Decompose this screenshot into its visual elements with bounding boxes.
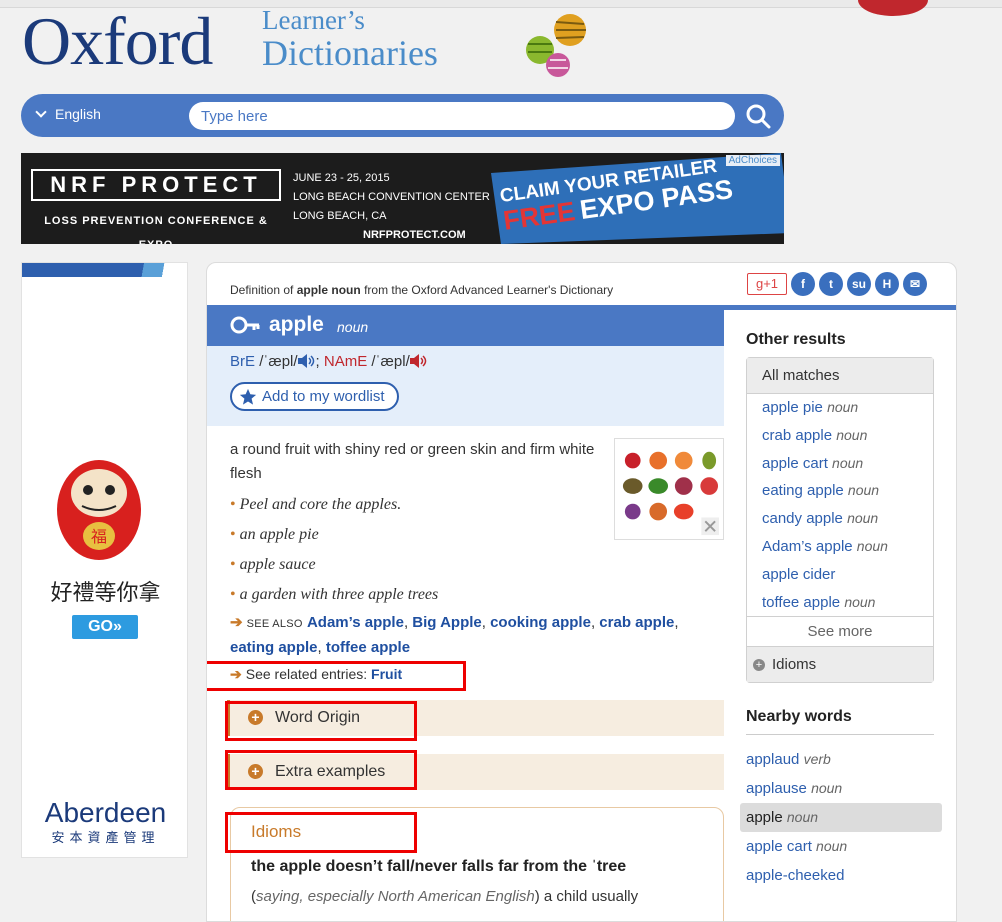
fruit-illustration[interactable]: [614, 438, 724, 540]
hatena-icon[interactable]: H: [875, 272, 899, 296]
highlight-box: [225, 812, 417, 853]
daruma-doll-icon: 福: [57, 460, 141, 560]
example-item: • an apple pie: [230, 526, 319, 543]
svg-text:福: 福: [91, 527, 107, 546]
match-item[interactable]: toffee apple noun: [747, 589, 933, 617]
match-item[interactable]: eating apple noun: [747, 477, 933, 505]
part-of-speech: noun: [337, 319, 369, 335]
match-item[interactable]: Adam’s apple noun: [747, 533, 933, 561]
language-dropdown[interactable]: English: [35, 106, 101, 122]
stumbleupon-icon[interactable]: su: [847, 272, 871, 296]
logo-learners[interactable]: Learner’s: [262, 6, 365, 34]
star-icon: [239, 388, 257, 405]
ad-chinese-text: 好禮等你拿: [50, 580, 161, 605]
example-item: • a garden with three apple trees: [230, 586, 439, 603]
ad-details: JUNE 23 - 25, 2015 LONG BEACH CONVENTION…: [293, 172, 490, 241]
nearby-words-list: applaud verb applause noun apple noun ap…: [740, 745, 942, 890]
search-bar: English: [21, 94, 784, 137]
nearby-words-heading: Nearby words: [746, 708, 934, 735]
xref-link[interactable]: cooking apple: [490, 614, 591, 631]
logo-balls-icon: [526, 14, 586, 77]
plus-icon: +: [753, 659, 765, 671]
highlight-box: [225, 750, 417, 790]
ad-subtitle: LOSS PREVENTION CONFERENCE & EXPO: [31, 209, 281, 244]
idiom-definition: (saying, especially North American Engli…: [251, 888, 639, 905]
key-icon: [230, 316, 260, 334]
search-input[interactable]: [189, 102, 735, 130]
highlight-box: [207, 661, 466, 691]
matches-panel: All matches apple pie noun crab apple no…: [746, 357, 934, 683]
other-results-heading: Other results: [746, 331, 846, 348]
ad-aberdeen-brand: Aberdeen: [44, 797, 167, 828]
entry-card: Definition of apple noun from the Oxford…: [206, 262, 957, 922]
match-item[interactable]: apple cider: [747, 561, 933, 589]
twitter-icon[interactable]: t: [819, 272, 843, 296]
definition-source: Definition of apple noun from the Oxford…: [230, 283, 614, 297]
example-item: • Peel and core the apples.: [230, 496, 402, 513]
add-to-wordlist-button[interactable]: Add to my wordlist: [230, 382, 399, 411]
top-decoration: [858, 0, 928, 16]
speaker-name-icon[interactable]: [409, 354, 428, 368]
pronunciation-area: BrE /ˈæpl/; NAmE /ˈæpl/ Add to my wordli…: [207, 346, 724, 426]
see-also: ➔ SEE ALSO Adam’s apple, Big Apple, cooki…: [230, 614, 679, 656]
side-ad[interactable]: 福 好禮等你拿 GO» Aberdeen 安本資產管理: [21, 262, 188, 858]
search-icon[interactable]: [745, 103, 771, 129]
idioms-toggle[interactable]: + Idioms: [747, 646, 933, 682]
ad-aberdeen-cn: 安本資產管理: [51, 830, 160, 845]
xref-link[interactable]: Big Apple: [412, 614, 481, 631]
google-plus-button[interactable]: g+1: [747, 273, 787, 295]
match-item[interactable]: apple pie noun: [747, 394, 933, 422]
logo-dictionaries[interactable]: Dictionaries: [262, 34, 438, 72]
language-label: English: [55, 106, 101, 122]
all-matches-heading: All matches: [747, 358, 933, 394]
definition-text: a round fruit with shiny red or green sk…: [230, 441, 595, 482]
example-item: • apple sauce: [230, 556, 316, 573]
chevron-down-icon: [35, 106, 47, 118]
xref-link[interactable]: eating apple: [230, 639, 318, 656]
adchoices-link[interactable]: AdChoices: [725, 155, 780, 166]
highlight-box: [225, 701, 417, 741]
nearby-item[interactable]: apple-cheeked: [746, 861, 942, 890]
ad-stripe: [22, 263, 187, 277]
idiom-phrase: the apple doesn’t fall/never falls far f…: [251, 858, 627, 875]
examples-list: • Peel and core the apples. • an apple pie…: [230, 490, 610, 610]
headword: apple: [269, 313, 324, 336]
match-item[interactable]: apple cart noun: [747, 450, 933, 478]
logo-oxford[interactable]: Oxford: [22, 2, 213, 81]
see-more-button[interactable]: See more: [747, 616, 933, 646]
headword-bar: apple noun: [207, 305, 724, 346]
match-item[interactable]: candy apple noun: [747, 505, 933, 533]
facebook-icon[interactable]: f: [791, 272, 815, 296]
ad-brand: NRF PROTECT: [31, 169, 281, 201]
nearby-item[interactable]: apple cart noun: [746, 832, 942, 861]
banner-ad[interactable]: NRF PROTECT LOSS PREVENTION CONFERENCE &…: [21, 153, 784, 244]
speaker-bre-icon[interactable]: [297, 354, 316, 368]
match-item[interactable]: crab apple noun: [747, 422, 933, 450]
nearby-item[interactable]: applause noun: [746, 774, 942, 803]
xref-link[interactable]: toffee apple: [326, 639, 410, 656]
ad-go-button[interactable]: GO»: [72, 615, 138, 639]
email-icon[interactable]: ✉: [903, 272, 927, 296]
nearby-item-current[interactable]: apple noun: [740, 803, 942, 832]
xref-link[interactable]: Adam’s apple: [307, 614, 404, 631]
xref-link[interactable]: crab apple: [599, 614, 674, 631]
nearby-item[interactable]: applaud verb: [746, 745, 942, 774]
pronunciation: BrE /ˈæpl/; NAmE /ˈæpl/: [230, 353, 428, 370]
